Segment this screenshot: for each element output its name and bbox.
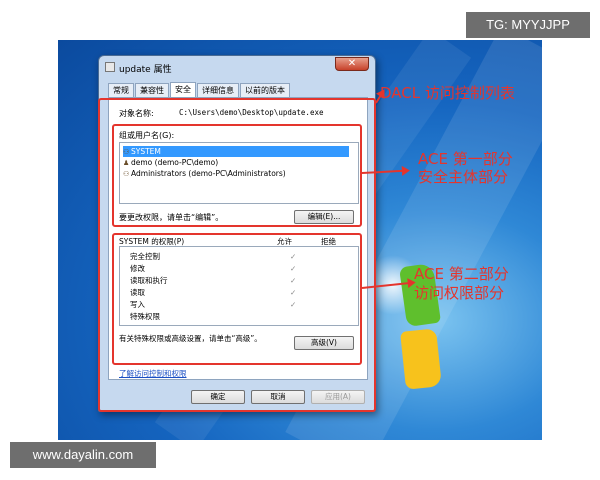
annotation-dacl: DACL 访问控制列表 <box>380 84 515 102</box>
watermark-tg: TG: MYYJJPP <box>466 12 590 38</box>
file-icon <box>105 62 115 72</box>
tab-security[interactable]: 安全 <box>170 82 196 97</box>
ace-part1-highlight-box <box>112 124 362 227</box>
annotation-ace2-line1: ACE 第二部分 <box>414 265 509 283</box>
windows-logo-yellow-pane <box>400 328 442 390</box>
watermark-site: www.dayalin.com <box>10 442 156 468</box>
window-title: update 属性 <box>119 65 172 75</box>
tab-compatibility[interactable]: 兼容性 <box>135 83 169 97</box>
tab-details[interactable]: 详细信息 <box>197 83 239 97</box>
annotation-ace2-line2: 访问权限部分 <box>414 284 505 302</box>
title-bar: update 属性 ✕ <box>99 56 375 78</box>
annotation-ace1-line2: 安全主体部分 <box>418 168 509 186</box>
tab-general[interactable]: 常规 <box>108 83 134 97</box>
tab-bar: 常规 兼容性 安全 详细信息 以前的版本 <box>108 82 291 97</box>
tab-previous-versions[interactable]: 以前的版本 <box>240 83 290 97</box>
annotation-ace1-line1: ACE 第一部分 <box>418 150 513 168</box>
ace-part2-highlight-box <box>112 233 362 365</box>
close-button[interactable]: ✕ <box>335 57 369 71</box>
